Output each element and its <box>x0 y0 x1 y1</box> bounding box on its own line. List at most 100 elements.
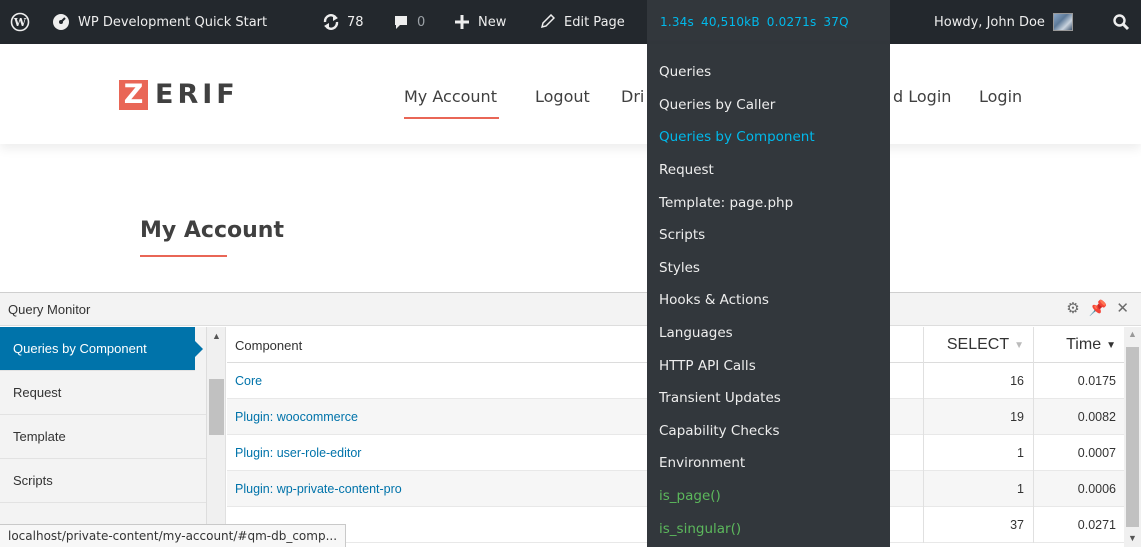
qm-toolbar: ⚙ 📌 ✕ <box>1066 301 1129 317</box>
scrollbar-thumb[interactable] <box>1126 347 1139 527</box>
admin-bar: W WP Development Quick Start 78 0 New Ed… <box>0 0 1141 44</box>
qm-title-bar: Query Monitor ⚙ 📌 ✕ <box>0 293 1141 326</box>
query-time: 0.0175 <box>1033 363 1124 399</box>
sort-down-icon: ▼ <box>1014 339 1024 351</box>
qm-nav-label: Queries by Component <box>13 341 147 356</box>
logo-text: ERIF <box>155 79 239 110</box>
scroll-up-icon[interactable]: ▲ <box>212 331 221 341</box>
qm-menu-request[interactable]: Request <box>647 154 890 187</box>
my-account-menu[interactable]: Howdy, John Doe <box>934 0 1073 44</box>
select-total: 37 <box>923 507 1033 543</box>
qm-menu-queries-by-caller[interactable]: Queries by Caller <box>647 89 890 122</box>
qm-query-time: 0.0271s <box>766 15 817 29</box>
sort-down-icon: ▼ <box>1106 339 1116 351</box>
comments-link[interactable]: 0 <box>393 0 425 44</box>
query-time: 0.0006 <box>1033 471 1124 507</box>
updates-link[interactable]: 78 <box>322 0 364 44</box>
query-monitor-panel: Query Monitor ⚙ 📌 ✕ Queries by Component… <box>0 292 1141 547</box>
edit-page-link[interactable]: Edit Page <box>539 0 625 44</box>
qm-menu-http-api-calls[interactable]: HTTP API Calls <box>647 349 890 382</box>
greeting: Howdy, John Doe <box>934 14 1045 30</box>
qm-nav-scripts[interactable]: Scripts <box>0 459 206 503</box>
nav-item-partial[interactable]: Dri <box>621 87 644 106</box>
nav-label: Logout <box>535 87 590 106</box>
comments-count: 0 <box>417 14 426 30</box>
qm-menu-queries[interactable]: Queries <box>647 56 890 89</box>
qm-table-scrollbar[interactable]: ▲ ▼ <box>1124 327 1141 547</box>
comment-icon <box>393 14 409 30</box>
qm-sidebar-scrollbar[interactable]: ▲ <box>207 327 226 547</box>
wordpress-logo-icon[interactable]: W <box>10 0 30 44</box>
qm-dropdown-menu: Queries Queries by Caller Queries by Com… <box>647 44 890 547</box>
qm-query-count: 37Q <box>823 15 849 29</box>
nav-item-partial-login[interactable]: d Login <box>893 87 951 106</box>
scroll-up-icon[interactable]: ▲ <box>1128 329 1137 339</box>
avatar <box>1052 13 1073 31</box>
dashboard-icon <box>52 13 70 31</box>
qm-title: Query Monitor <box>8 302 91 317</box>
col-component[interactable]: Component <box>235 327 302 363</box>
qm-menu-transient-updates[interactable]: Transient Updates <box>647 382 890 415</box>
nav-my-account[interactable]: My Account <box>390 87 511 119</box>
qm-nav-label: Scripts <box>13 473 53 488</box>
nav-label: Login <box>979 87 1023 106</box>
updates-count: 78 <box>347 14 364 30</box>
qm-nav-queries-by-component[interactable]: Queries by Component <box>0 327 203 371</box>
qm-menu-capability-checks[interactable]: Capability Checks <box>647 415 890 448</box>
scrollbar-thumb[interactable] <box>209 379 224 435</box>
new-content-link[interactable]: New <box>454 0 506 44</box>
nav-label: d Login <box>893 87 952 106</box>
query-monitor-admin-item[interactable]: 1.34s 40,510kB 0.0271s 37Q <box>647 0 890 44</box>
qm-menu-template[interactable]: Template: page.php <box>647 186 890 219</box>
time-total: 0.0271 <box>1033 507 1124 543</box>
search-icon[interactable] <box>1112 0 1130 44</box>
select-count: 1 <box>923 435 1033 471</box>
query-time: 0.0082 <box>1033 399 1124 435</box>
updates-icon <box>322 13 340 31</box>
nav-label: My Account <box>404 87 497 106</box>
qm-menu-styles[interactable]: Styles <box>647 252 890 285</box>
pin-icon[interactable]: 📌 <box>1089 301 1108 317</box>
qm-menu-is-page[interactable]: is_page() <box>647 480 890 513</box>
status-bar-url: localhost/private-content/my-account/#qm… <box>0 524 347 547</box>
qm-page-time: 1.34s <box>660 15 694 29</box>
scroll-down-icon[interactable]: ▼ <box>1128 533 1137 543</box>
component-link[interactable]: Plugin: user-role-editor <box>235 435 361 471</box>
component-link[interactable]: Plugin: woocommerce <box>235 399 358 435</box>
nav-login[interactable]: Login <box>979 87 1022 106</box>
pencil-icon <box>539 14 555 30</box>
nav-label: Dri <box>621 87 645 106</box>
qm-sidebar: Queries by Component Request Template Sc… <box>0 327 207 547</box>
svg-text:W: W <box>13 16 27 29</box>
site-name-link[interactable]: WP Development Quick Start <box>52 0 267 44</box>
nav-logout[interactable]: Logout <box>535 87 590 106</box>
edit-page-label: Edit Page <box>564 14 625 30</box>
select-count: 16 <box>923 363 1033 399</box>
qm-nav-label: Request <box>13 385 62 400</box>
qm-nav-label: Template <box>13 429 66 444</box>
close-icon[interactable]: ✕ <box>1116 301 1129 317</box>
qm-nav-request[interactable]: Request <box>0 371 206 415</box>
settings-gear-icon[interactable]: ⚙ <box>1066 301 1079 317</box>
col-time-label: Time <box>1066 336 1102 353</box>
select-count: 1 <box>923 471 1033 507</box>
query-time: 0.0007 <box>1033 435 1124 471</box>
qm-menu-languages[interactable]: Languages <box>647 317 890 350</box>
select-count: 19 <box>923 399 1033 435</box>
site-logo[interactable]: Z ERIF <box>119 79 239 110</box>
qm-menu-queries-by-component[interactable]: Queries by Component <box>647 121 890 154</box>
qm-menu-environment[interactable]: Environment <box>647 447 890 480</box>
qm-menu-hooks-actions[interactable]: Hooks & Actions <box>647 284 890 317</box>
col-time[interactable]: Time ▼ <box>1033 327 1124 363</box>
plus-icon <box>454 14 470 30</box>
component-link[interactable]: Core <box>235 363 262 399</box>
logo-mark: Z <box>119 79 148 110</box>
page-title: My Account <box>140 218 284 243</box>
new-label: New <box>478 14 507 30</box>
qm-nav-template[interactable]: Template <box>0 415 206 459</box>
site-header: Z ERIF My Account Logout Dri d Login Log… <box>0 44 1141 144</box>
qm-menu-scripts[interactable]: Scripts <box>647 219 890 252</box>
component-link[interactable]: Plugin: wp-private-content-pro <box>235 471 402 507</box>
col-select[interactable]: SELECT ▼ <box>923 327 1033 363</box>
qm-menu-is-singular[interactable]: is_singular() <box>647 512 890 545</box>
